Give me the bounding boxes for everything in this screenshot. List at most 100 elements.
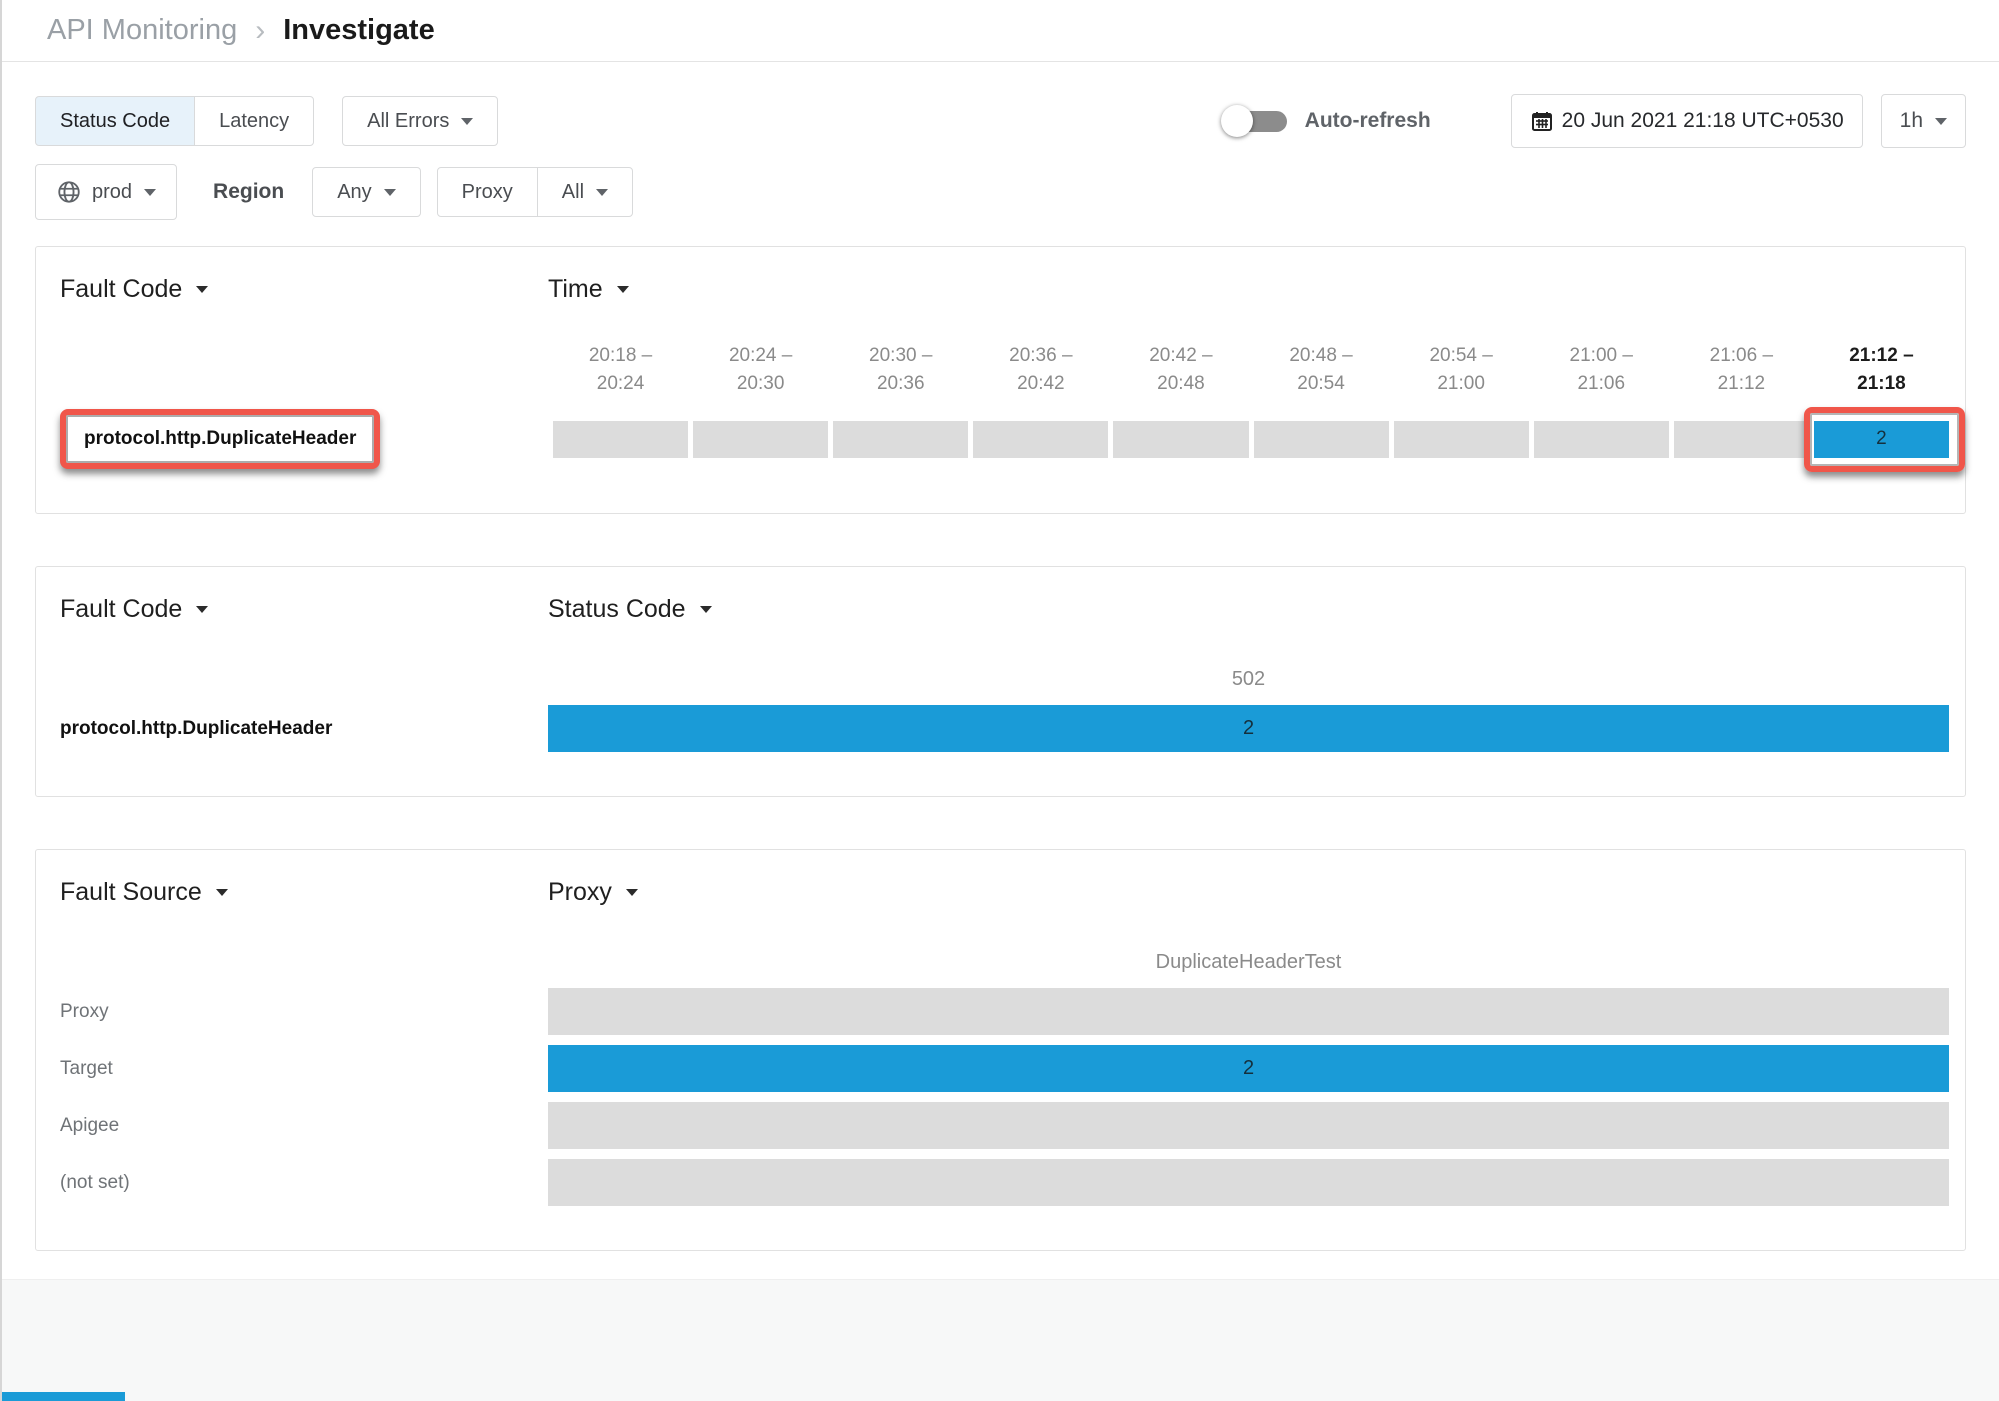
bottom-accent-strip	[2, 1392, 125, 1401]
time-cell-empty[interactable]	[553, 421, 688, 458]
bar-row: Proxy	[60, 988, 1949, 1035]
caret-down-icon	[461, 118, 473, 125]
time-matrix-row: protocol.http.DuplicateHeader 2	[60, 409, 1949, 469]
datetime-picker-button[interactable]: 20 Jun 2021 21:18 UTC+0530	[1511, 94, 1863, 148]
source-matrix-rows: Proxy Target2 Apigee (not set)	[60, 988, 1949, 1206]
metric-tabs: Status Code Latency	[35, 96, 314, 146]
datetime-value: 20 Jun 2021 21:18 UTC+0530	[1562, 109, 1844, 133]
bar-row: (not set)	[60, 1159, 1949, 1206]
breadcrumb-section[interactable]: API Monitoring	[47, 14, 237, 47]
proxy-filter-group: Proxy All	[437, 167, 633, 217]
time-range-dropdown[interactable]: 1h	[1881, 94, 1966, 148]
environment-dropdown[interactable]: prod	[35, 164, 177, 220]
time-bucket-label: 20:24 –20:30	[693, 342, 828, 397]
globe-icon	[56, 179, 82, 205]
bar-row-label: Proxy	[60, 1001, 548, 1023]
row-dimension-dropdown[interactable]: Fault Code	[60, 275, 548, 304]
auto-refresh-toggle[interactable]	[1221, 105, 1287, 137]
time-cell-empty[interactable]	[1674, 421, 1809, 458]
time-cell-empty[interactable]	[833, 421, 968, 458]
panel-3-header: Fault Source Proxy	[60, 878, 1949, 907]
breadcrumb: API Monitoring › Investigate	[2, 0, 1999, 62]
status-matrix-rows: protocol.http.DuplicateHeader2	[60, 705, 1949, 752]
row-dimension-dropdown[interactable]: Fault Code	[60, 595, 548, 624]
time-cell-empty[interactable]	[973, 421, 1108, 458]
row-dimension-label: Fault Code	[60, 595, 182, 624]
col-dimension-dropdown[interactable]: Time	[548, 275, 1949, 304]
filter-toolbar: Status Code Latency All Errors Auto-refr…	[2, 62, 1999, 220]
auto-refresh-label: Auto-refresh	[1305, 109, 1431, 133]
row-dimension-label: Fault Code	[60, 275, 182, 304]
time-bucket-label: 20:48 –20:54	[1254, 342, 1389, 397]
toolbar-row-2: prod Region Any Proxy All	[35, 164, 1966, 220]
caret-down-icon	[384, 189, 396, 196]
time-bucket-label: 21:06 –21:12	[1674, 342, 1809, 397]
errors-filter-dropdown[interactable]: All Errors	[342, 96, 498, 146]
page-title: Investigate	[283, 14, 435, 47]
proxy-column-header: DuplicateHeaderTest	[548, 951, 1949, 974]
time-bucket-label: 20:54 –21:00	[1394, 342, 1529, 397]
tab-latency[interactable]: Latency	[194, 96, 314, 146]
col-dimension-dropdown[interactable]: Proxy	[548, 878, 1949, 907]
caret-down-icon	[1935, 118, 1947, 125]
caret-down-icon	[700, 606, 712, 613]
caret-down-icon	[144, 189, 156, 196]
caret-down-icon	[196, 606, 208, 613]
caret-down-icon	[617, 286, 629, 293]
fault-code-row-label-wrap: protocol.http.DuplicateHeader	[60, 409, 548, 469]
bar-row: protocol.http.DuplicateHeader2	[60, 705, 1949, 752]
panel-fault-code-by-time: Fault Code Time 20:18 –20:2420:24 –20:30…	[35, 246, 1966, 514]
time-bucket-label: 20:18 –20:24	[553, 342, 688, 397]
time-bucket-label: 20:36 –20:42	[973, 342, 1108, 397]
bar-value[interactable]: 2	[548, 705, 1949, 752]
status-column-header-row: 502	[60, 624, 1949, 691]
time-cell-empty[interactable]	[1394, 421, 1529, 458]
bar-row: Apigee	[60, 1102, 1949, 1149]
caret-down-icon	[196, 286, 208, 293]
bar-empty[interactable]	[548, 1102, 1949, 1149]
errors-filter-value: All Errors	[367, 110, 449, 133]
panel-1-header: Fault Code Time	[60, 275, 1949, 304]
time-bucket-label: 21:00 –21:06	[1534, 342, 1669, 397]
proxy-filter-dropdown[interactable]: All	[537, 167, 633, 217]
bar-value[interactable]: 2	[548, 1045, 1949, 1092]
page-footer	[2, 1279, 1999, 1401]
col-dimension-label: Proxy	[548, 878, 612, 907]
col-dimension-label: Time	[548, 275, 603, 304]
col-dimension-label: Status Code	[548, 595, 686, 624]
time-range-value: 1h	[1900, 109, 1923, 133]
fault-code-row-label: protocol.http.DuplicateHeader	[84, 428, 356, 449]
bar-row-label: protocol.http.DuplicateHeader	[60, 718, 548, 740]
tab-status-code[interactable]: Status Code	[35, 96, 195, 146]
api-monitoring-investigate-page: API Monitoring › Investigate Status Code…	[0, 0, 1999, 1401]
time-cell-value[interactable]: 2	[1814, 421, 1949, 458]
caret-down-icon	[216, 889, 228, 896]
bar-row: Target2	[60, 1045, 1949, 1092]
time-cell-empty[interactable]	[693, 421, 828, 458]
panel-fault-source-by-proxy: Fault Source Proxy DuplicateHeaderTest P…	[35, 849, 1966, 1251]
time-bucket-label: 21:12 –21:18	[1814, 342, 1949, 397]
calendar-icon	[1530, 109, 1554, 133]
bar-row-label: (not set)	[60, 1172, 548, 1194]
toggle-knob	[1221, 105, 1253, 137]
caret-down-icon	[626, 889, 638, 896]
proxy-column-header-row: DuplicateHeaderTest	[60, 907, 1949, 974]
col-dimension-dropdown[interactable]: Status Code	[548, 595, 1949, 624]
time-cell-empty[interactable]	[1254, 421, 1389, 458]
toolbar-row-1: Status Code Latency All Errors Auto-refr…	[35, 94, 1966, 148]
row-dimension-dropdown[interactable]: Fault Source	[60, 878, 548, 907]
bar-empty[interactable]	[548, 988, 1949, 1035]
time-cell-empty[interactable]	[1113, 421, 1248, 458]
region-dropdown[interactable]: Any	[312, 167, 420, 217]
panel-2-header: Fault Code Status Code	[60, 595, 1949, 624]
time-column-headers: 20:18 –20:2420:24 –20:3020:30 –20:3620:3…	[60, 304, 1949, 397]
time-bucket-label: 20:30 –20:36	[833, 342, 968, 397]
annotation-red-box	[1804, 407, 1965, 472]
region-value: Any	[337, 181, 371, 204]
row-dimension-label: Fault Source	[60, 878, 202, 907]
status-column-header: 502	[548, 668, 1949, 691]
bar-empty[interactable]	[548, 1159, 1949, 1206]
time-cell-empty[interactable]	[1534, 421, 1669, 458]
breadcrumb-chevron-icon: ›	[255, 14, 265, 48]
bar-row-label: Target	[60, 1058, 548, 1080]
